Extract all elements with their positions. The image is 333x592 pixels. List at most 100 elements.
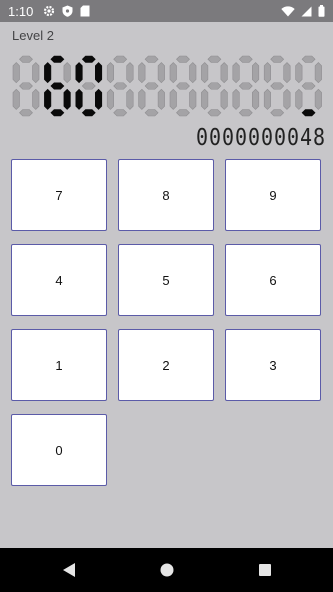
counter-digit: 0 — [235, 123, 248, 151]
segment-c — [157, 88, 165, 110]
wifi-icon — [281, 5, 295, 17]
display-digit — [12, 55, 40, 117]
back-icon[interactable] — [54, 555, 84, 585]
segment-b — [157, 62, 165, 84]
counter-digit: 0 — [261, 123, 274, 151]
key-2-button[interactable]: 2 — [118, 329, 214, 401]
segment-f — [232, 62, 240, 84]
segment-c — [283, 88, 291, 110]
segment-a — [81, 55, 96, 63]
segment-a — [207, 55, 222, 63]
segment-g — [207, 82, 222, 90]
segment-d — [19, 109, 33, 117]
segment-a — [19, 55, 33, 63]
segment-e — [75, 88, 83, 110]
segment-f — [169, 62, 177, 84]
display-digit — [138, 55, 165, 117]
display-digit — [75, 55, 103, 117]
display-digit — [232, 55, 260, 117]
segment-b — [126, 62, 134, 84]
segment-b — [283, 62, 291, 84]
segment-a — [50, 55, 65, 63]
key-4-button[interactable]: 4 — [11, 244, 107, 316]
segment-f — [44, 62, 52, 84]
status-time: 1:10 — [8, 3, 34, 19]
segment-c — [95, 88, 103, 110]
counter-digit: 0 — [248, 123, 261, 151]
segment-f — [12, 62, 20, 84]
segment-a — [176, 55, 190, 63]
key-3-button[interactable]: 3 — [225, 329, 321, 401]
home-icon[interactable] — [152, 555, 182, 585]
segment-f — [138, 62, 146, 84]
counter-digit: 0 — [222, 123, 235, 151]
signal-icon — [301, 6, 312, 17]
segment-c — [126, 88, 134, 110]
counter-digit: 4 — [300, 123, 313, 151]
display-digit — [106, 55, 134, 117]
segment-c — [220, 88, 228, 110]
display-digit — [169, 55, 197, 117]
segment-d — [50, 109, 65, 117]
segment-f — [295, 62, 303, 84]
segment-e — [12, 88, 20, 110]
segment-d — [270, 109, 285, 117]
sd-card-icon — [80, 5, 90, 17]
recents-icon[interactable] — [250, 555, 280, 585]
segment-c — [314, 88, 322, 110]
key-8-button[interactable]: 8 — [118, 159, 214, 231]
segment-a — [113, 55, 128, 63]
display-digit — [44, 55, 71, 117]
segment-b — [252, 62, 260, 84]
counter-digit: 0 — [287, 123, 300, 151]
level-label: Level 2 — [12, 28, 54, 43]
segment-b — [95, 62, 103, 84]
segment-a — [144, 55, 159, 63]
shield-icon — [62, 5, 73, 17]
segment-d — [238, 109, 253, 117]
segment-e — [232, 88, 240, 110]
segment-g — [19, 82, 33, 90]
key-5-button[interactable]: 5 — [118, 244, 214, 316]
segment-g — [113, 82, 128, 90]
segment-d — [176, 109, 190, 117]
segment-b — [314, 62, 322, 84]
segment-b — [63, 62, 71, 84]
segment-c — [252, 88, 260, 110]
key-1-button[interactable]: 1 — [11, 329, 107, 401]
segment-d — [144, 109, 159, 117]
segment-d — [301, 109, 316, 117]
counter-digit: 0 — [274, 123, 287, 151]
segment-b — [189, 62, 197, 84]
key-6-button[interactable]: 6 — [225, 244, 321, 316]
battery-icon — [318, 5, 325, 17]
segment-d — [81, 109, 96, 117]
segment-g — [238, 82, 253, 90]
segment-f — [75, 62, 83, 84]
segment-c — [32, 88, 40, 110]
status-icons-right — [281, 5, 325, 17]
key-9-button[interactable]: 9 — [225, 159, 321, 231]
segment-d — [113, 109, 128, 117]
seven-segment-display — [10, 54, 324, 118]
segment-a — [270, 55, 285, 63]
segment-c — [63, 88, 71, 110]
display-digit — [201, 55, 228, 117]
status-icons-left — [43, 5, 90, 17]
segment-e — [44, 88, 52, 110]
segment-b — [32, 62, 40, 84]
counter-digit: 0 — [209, 123, 222, 151]
segment-e — [138, 88, 146, 110]
key-7-button[interactable]: 7 — [11, 159, 107, 231]
segment-e — [169, 88, 177, 110]
gear-icon — [43, 5, 55, 17]
segment-e — [201, 88, 209, 110]
segment-a — [238, 55, 253, 63]
key-0-button[interactable]: 0 — [11, 414, 107, 486]
segment-g — [81, 82, 96, 90]
segment-g — [144, 82, 159, 90]
segment-g — [50, 82, 65, 90]
segment-d — [207, 109, 222, 117]
status-bar: 1:10 — [0, 0, 333, 22]
segment-g — [301, 82, 316, 90]
